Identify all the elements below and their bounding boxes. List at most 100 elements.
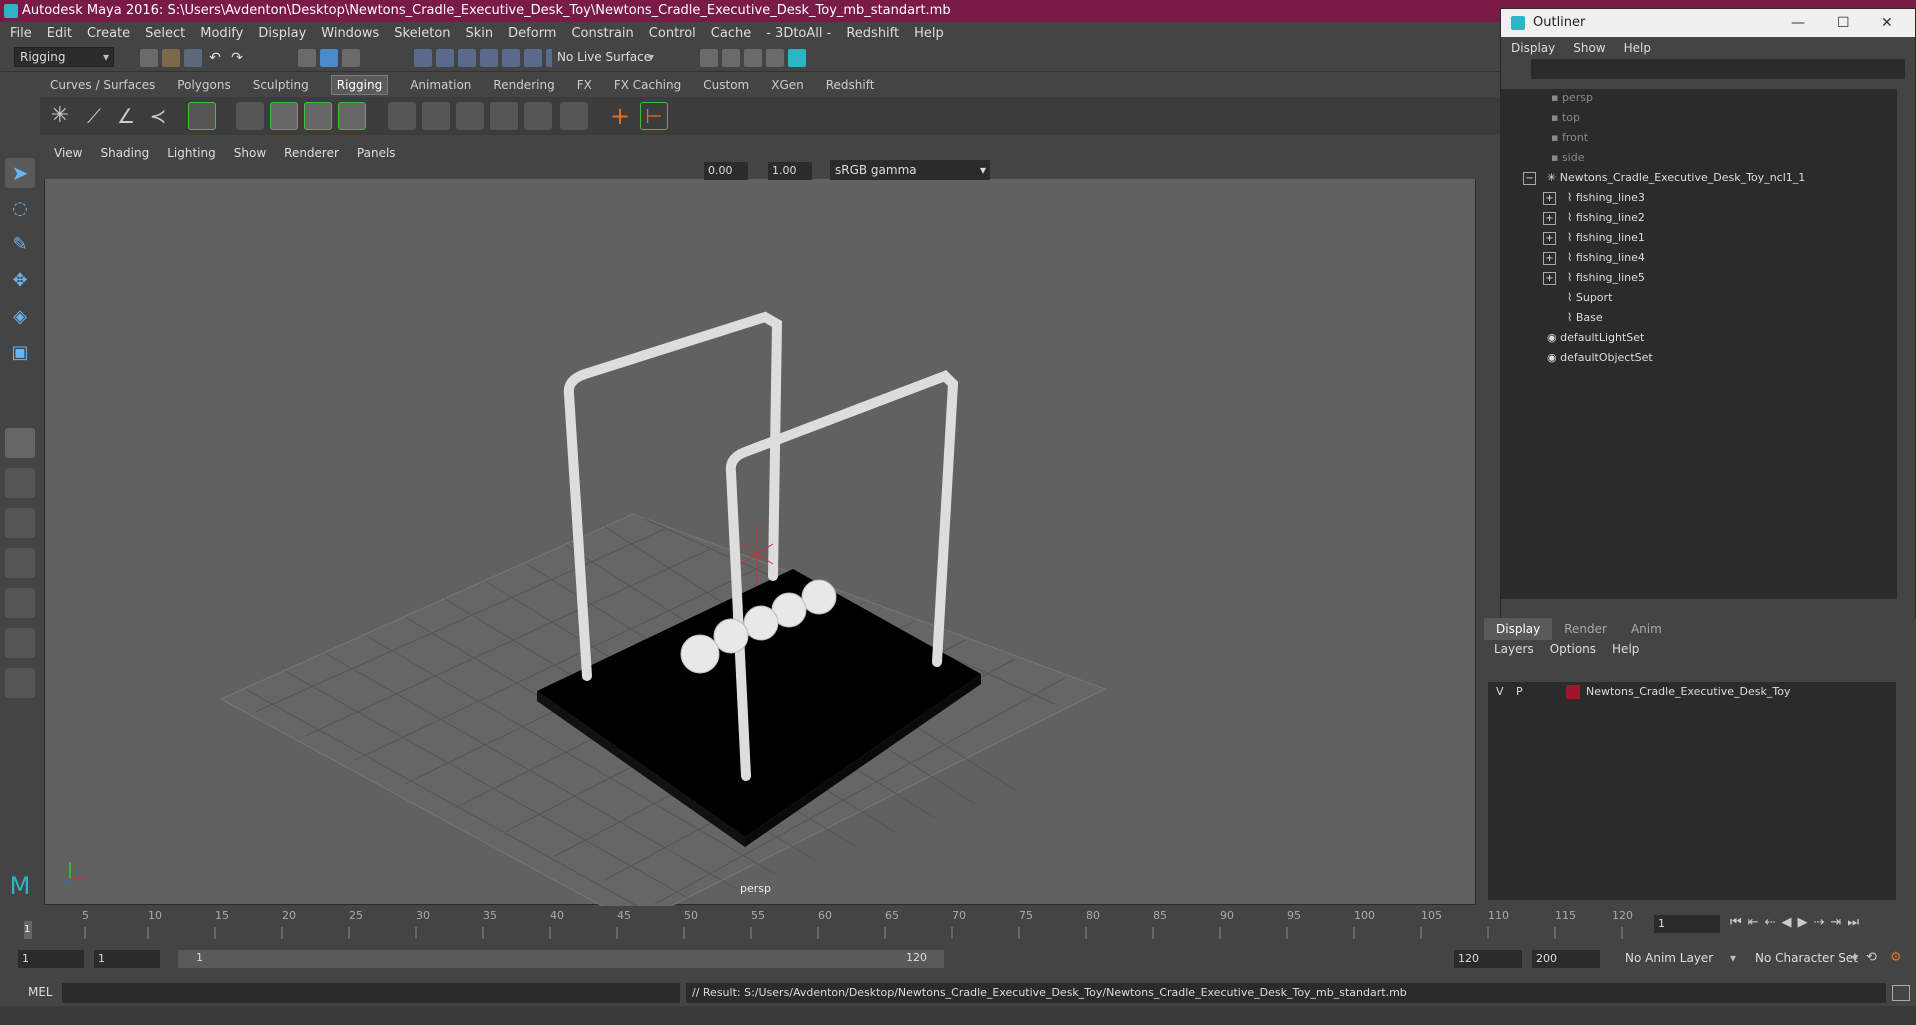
persp-outliner-icon[interactable] <box>5 508 35 538</box>
character-set-selector[interactable]: No Character Set <box>1750 949 1862 969</box>
soft-mod-icon[interactable] <box>490 102 518 130</box>
select-hierarchy-icon[interactable] <box>298 49 316 67</box>
shelf-tab-redshift[interactable]: Redshift <box>826 78 875 92</box>
vp-menu-show[interactable]: Show <box>234 146 266 160</box>
menu-windows[interactable]: Windows <box>321 26 379 41</box>
expand-icon[interactable]: + <box>1543 272 1556 285</box>
single-view-icon[interactable] <box>5 428 35 458</box>
select-objects-icon[interactable] <box>320 49 338 67</box>
select-tool-icon[interactable]: ➤ <box>5 158 35 188</box>
open-scene-icon[interactable] <box>162 49 180 67</box>
rotate-tool-icon[interactable]: ◈ <box>5 302 35 332</box>
go-to-start-icon[interactable]: ⏮ <box>1730 915 1742 930</box>
layer-color-swatch[interactable] <box>1566 685 1580 699</box>
command-input[interactable] <box>62 983 680 1003</box>
shelf-tab-animation[interactable]: Animation <box>410 78 471 92</box>
script-editor-icon[interactable] <box>1892 985 1910 1001</box>
snap-surface-icon[interactable] <box>502 49 520 67</box>
outliner-item-top[interactable]: ▪ top <box>1551 109 1580 127</box>
snap-curve-icon[interactable] <box>436 49 454 67</box>
playhead[interactable]: 1 <box>24 921 32 939</box>
paint-weights-icon[interactable] <box>304 102 332 130</box>
outliner-item-fishing-line5[interactable]: ⌇ fishing_line5 <box>1567 269 1645 287</box>
outliner-item-fishing-line4[interactable]: ⌇ fishing_line4 <box>1567 249 1645 267</box>
redo-icon[interactable]: ↷ <box>228 49 246 67</box>
outliner-menu-show[interactable]: Show <box>1573 41 1605 55</box>
mode-selector[interactable]: Rigging <box>14 47 114 67</box>
sculpt-icon[interactable] <box>560 102 588 130</box>
outliner-item-base[interactable]: ⌇ Base <box>1567 309 1603 327</box>
menu-3dtoall[interactable]: - 3DtoAll - <box>766 26 831 41</box>
smooth-bind-icon[interactable] <box>270 102 298 130</box>
layer-tab-render[interactable]: Render <box>1552 622 1619 636</box>
outliner-item-group[interactable]: ✳ Newtons_Cradle_Executive_Desk_Toy_ncl1… <box>1547 169 1805 187</box>
expand-icon[interactable]: + <box>1543 192 1556 205</box>
persp-graph-icon[interactable] <box>5 548 35 578</box>
outliner-item-default-object-set[interactable]: ◉ defaultObjectSet <box>1547 349 1653 367</box>
snap-point-icon[interactable] <box>458 49 476 67</box>
snap-view-icon[interactable] <box>480 49 498 67</box>
colorspace-selector[interactable]: sRGB gamma ▾ <box>830 160 990 180</box>
expand-icon[interactable]: + <box>1543 252 1556 265</box>
layer-menu-options[interactable]: Options <box>1550 642 1596 656</box>
joint-tool-icon[interactable]: ✳ <box>46 102 74 130</box>
menu-help[interactable]: Help <box>914 26 944 41</box>
outliner-menu-display[interactable]: Display <box>1511 41 1555 55</box>
current-frame-field[interactable]: 1 <box>1654 915 1720 933</box>
uv-editor-layout-icon[interactable] <box>5 628 35 658</box>
live-surface-field[interactable]: No Live Surface <box>552 48 658 68</box>
locator-icon[interactable]: + <box>606 102 634 130</box>
menu-select[interactable]: Select <box>145 26 185 41</box>
viewport-panel[interactable]: persp <box>44 143 1477 906</box>
layer-menu-help[interactable]: Help <box>1612 642 1639 656</box>
end-time-field[interactable]: 200 <box>1532 950 1600 968</box>
outliner-item-fishing-line3[interactable]: ⌇ fishing_line3 <box>1567 189 1645 207</box>
wrap-icon[interactable] <box>422 102 450 130</box>
layout-menu-icon[interactable] <box>5 668 35 698</box>
outliner-item-fishing-line2[interactable]: ⌇ fishing_line2 <box>1567 209 1645 227</box>
step-forward-key-icon[interactable]: ⇥ <box>1830 915 1841 930</box>
auto-key-icon[interactable]: ⟲ <box>1866 950 1884 968</box>
play-backwards-icon[interactable]: ◀ <box>1782 915 1792 930</box>
playback-start-field[interactable]: 1 <box>94 950 160 968</box>
outliner-search-input[interactable] <box>1531 59 1905 79</box>
lasso-tool-icon[interactable]: ◌ <box>5 194 35 224</box>
outliner-item-fishing-line1[interactable]: ⌇ fishing_line1 <box>1567 229 1645 247</box>
outliner-item-suport[interactable]: ⌇ Suport <box>1567 289 1612 307</box>
menu-redshift[interactable]: Redshift <box>846 26 899 41</box>
paint-select-icon[interactable]: ✎ <box>5 230 35 260</box>
render-view-icon[interactable] <box>788 49 806 67</box>
menu-skeleton[interactable]: Skeleton <box>394 26 450 41</box>
outliner-item-front[interactable]: ▪ front <box>1551 129 1588 147</box>
step-back-key-icon[interactable]: ⇤ <box>1748 915 1759 930</box>
vp-menu-shading[interactable]: Shading <box>100 146 149 160</box>
constraint-icon[interactable]: ⊢ <box>640 102 668 130</box>
layer-tab-display[interactable]: Display <box>1484 618 1553 640</box>
ik-spline-icon[interactable]: ∠ <box>112 102 140 130</box>
gamma-field[interactable]: 1.00 <box>768 162 812 180</box>
play-forwards-icon[interactable]: ▶ <box>1798 915 1808 930</box>
select-components-icon[interactable] <box>342 49 360 67</box>
outliner-item-side[interactable]: ▪ side <box>1551 149 1585 167</box>
range-slider[interactable]: 1 120 <box>178 950 944 968</box>
bind-skin-icon[interactable] <box>236 102 264 130</box>
step-forward-frame-icon[interactable]: ⇢ <box>1814 915 1825 930</box>
expand-icon[interactable]: + <box>1543 232 1556 245</box>
expand-icon[interactable]: + <box>1543 212 1556 225</box>
collapse-icon[interactable]: − <box>1523 172 1536 185</box>
shelf-tab-rendering[interactable]: Rendering <box>493 78 554 92</box>
shelf-tab-polygons[interactable]: Polygons <box>177 78 230 92</box>
time-slider[interactable]: 5 10 15 20 25 30 35 40 45 50 55 60 65 70… <box>0 907 1916 939</box>
ik-handle-icon[interactable]: ⟋ <box>80 102 108 130</box>
shelf-tab-fx-caching[interactable]: FX Caching <box>614 78 681 92</box>
viewport-scene[interactable] <box>45 144 1477 906</box>
shelf-tab-curves[interactable]: Curves / Surfaces <box>50 78 155 92</box>
render-settings-icon[interactable] <box>744 49 762 67</box>
menu-control[interactable]: Control <box>649 26 696 41</box>
layer-playback-toggle[interactable]: P <box>1516 685 1523 698</box>
shelf-tab-rigging[interactable]: Rigging <box>330 75 389 95</box>
outliner-item-default-light-set[interactable]: ◉ defaultLightSet <box>1547 329 1644 347</box>
ipr-render-icon[interactable] <box>722 49 740 67</box>
layer-tab-anim[interactable]: Anim <box>1619 622 1674 636</box>
vp-menu-lighting[interactable]: Lighting <box>167 146 216 160</box>
